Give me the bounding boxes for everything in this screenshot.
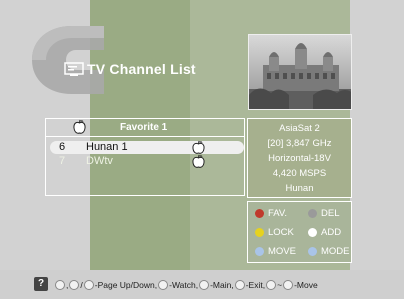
legend-fav: FAV.: [255, 208, 287, 219]
legend-del: DEL: [308, 208, 339, 219]
symbol-rate: 4,420 MSPS: [272, 168, 327, 179]
channel-name: DWtv: [86, 155, 113, 167]
page-title-row: TV Channel List: [64, 60, 196, 78]
up-button-icon: [55, 280, 65, 290]
ok-button-icon: [158, 280, 169, 290]
channel-row[interactable]: 7 DWtv: [50, 154, 244, 168]
number-button-icon: [266, 280, 277, 290]
gray-dot-icon: [308, 209, 317, 218]
channel-number: 6: [59, 141, 66, 153]
blue-dot-icon: [255, 247, 264, 256]
legend-add-label: ADD: [321, 227, 342, 238]
legend-move: MOVE: [255, 246, 296, 257]
right-button-icon: [83, 280, 94, 290]
list-header: Favorite 1: [46, 119, 244, 137]
hint-exit: -Exit,: [245, 280, 266, 290]
yellow-dot-icon: [255, 228, 264, 237]
hint-move: -Move: [294, 280, 318, 290]
separator: ,: [66, 280, 69, 290]
favorite-apple-icon: [73, 119, 86, 134]
page-title: TV Channel List: [87, 61, 196, 77]
background-right: [350, 0, 404, 270]
legend-add: ADD: [308, 227, 341, 238]
hint-page: -Page Up/Down,: [94, 280, 158, 290]
favorite-group-label: Favorite 1: [120, 122, 168, 133]
channel-name: Hunan 1: [86, 141, 128, 153]
channel-row[interactable]: 6 Hunan 1: [50, 140, 244, 154]
provider-name: Hunan: [285, 183, 314, 194]
channel-number: 7: [59, 155, 66, 167]
help-bar: ? , / -Page Up/Down, -Watch, -Main, -Exi…: [0, 270, 404, 299]
frequency: [20] 3,847 GHz: [267, 138, 332, 149]
separator: /: [80, 280, 83, 290]
legend-mode: MODE: [308, 246, 350, 257]
channel-info-panel: AsiaSat 2 [20] 3,847 GHz Horizontal-18V …: [247, 118, 352, 198]
blue-dot-icon: [308, 247, 317, 256]
menu-button-icon: [199, 280, 210, 290]
legend-fav-label: FAV.: [268, 208, 288, 219]
polarization: Horizontal-18V: [268, 153, 331, 164]
satellite-name: AsiaSat 2: [279, 123, 320, 134]
number-button-icon: [283, 280, 294, 290]
tv-icon: [64, 61, 84, 76]
legend-del-label: DEL: [321, 208, 340, 219]
left-button-icon: [69, 280, 80, 290]
favorite-apple-icon: [192, 154, 205, 168]
white-dot-icon: [308, 228, 317, 237]
legend-lock: LOCK: [255, 227, 294, 238]
legend-mode-label: MODE: [321, 246, 350, 257]
red-dot-icon: [255, 209, 264, 218]
tv-channel-list-screen: TV Channel List Favorite 1 6 Hunan 1 7 D…: [0, 0, 404, 299]
channel-preview-image: [248, 34, 352, 110]
separator: ~: [277, 280, 283, 290]
hint-main: -Main,: [210, 280, 234, 290]
legend-lock-label: LOCK: [268, 227, 294, 238]
legend-move-label: MOVE: [268, 246, 296, 257]
channel-list-panel: Favorite 1 6 Hunan 1 7 DWtv: [45, 118, 245, 196]
help-hints: , / -Page Up/Down, -Watch, -Main, -Exit,…: [54, 279, 318, 291]
hint-watch: -Watch,: [169, 280, 199, 290]
exit-button-icon: [234, 280, 245, 290]
help-icon: ?: [34, 277, 48, 291]
color-key-legend: FAV. DEL LOCK ADD MOVE MODE: [247, 201, 352, 263]
favorite-apple-icon: [192, 140, 205, 154]
